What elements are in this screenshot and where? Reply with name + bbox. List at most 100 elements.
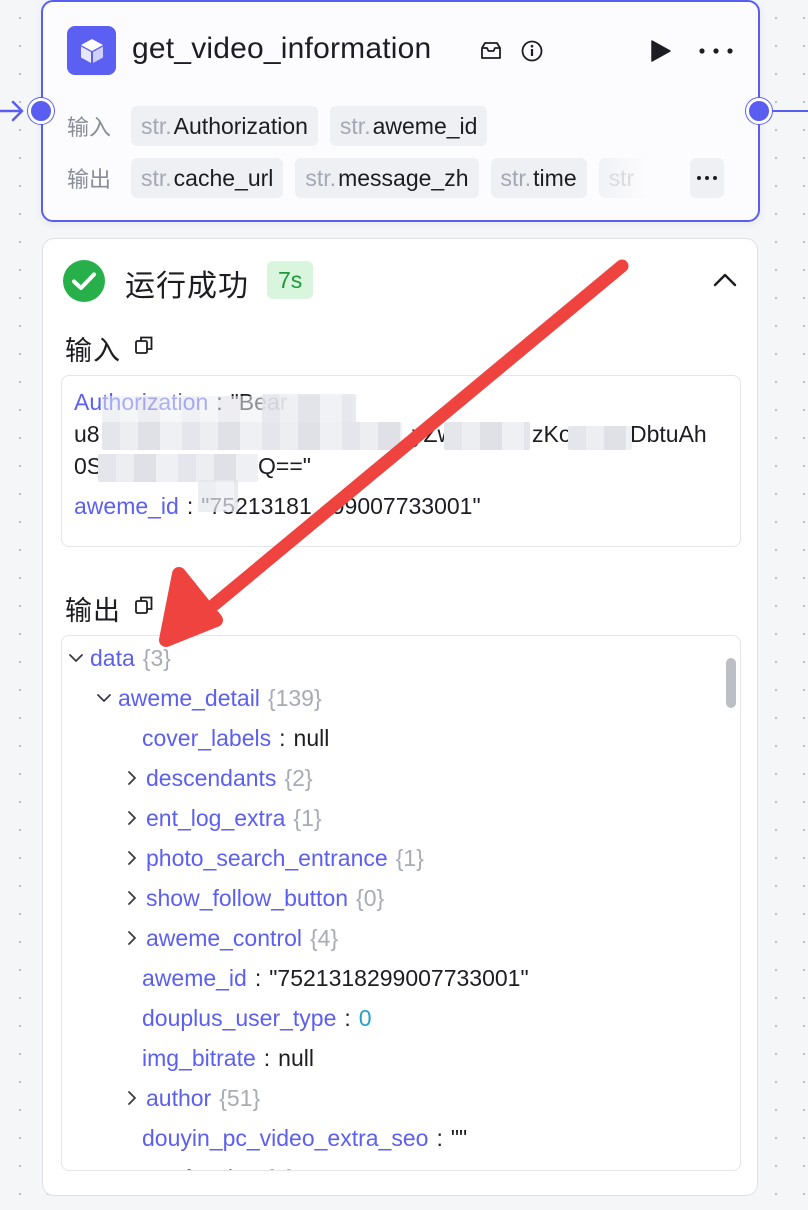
tree-row-author[interactable]: author {51} (124, 1078, 260, 1118)
tree-row-douplus-user-type: douplus_user_type:0 (142, 998, 372, 1038)
tree-key: show_follow_button (146, 884, 349, 911)
tree-key: author (146, 1084, 212, 1111)
redacted-region (198, 480, 238, 512)
check-circle-icon (63, 260, 105, 302)
inputs-label: 输入 (67, 115, 112, 140)
incoming-edge-arrow-icon (0, 100, 24, 122)
tree-value: 0 (358, 1004, 372, 1031)
tree-count: {139} (267, 684, 322, 711)
tree-count: {4} (309, 924, 339, 951)
more-options-icon[interactable] (696, 38, 736, 64)
redacted-region (444, 422, 530, 450)
outputs-label: 输出 (67, 167, 112, 192)
tree-row-photo-search-entrance[interactable]: photo_search_entrance {1} (124, 838, 424, 878)
tree-row-aweme-id: aweme_id: "7521318299007733001" (142, 958, 529, 998)
tree-value: null (293, 724, 330, 751)
chevron-down-icon[interactable] (96, 690, 112, 706)
tree-key: douplus_user_type (142, 1004, 337, 1031)
tree-row-ent-log-extra[interactable]: ent_log_extra {1} (124, 798, 322, 838)
tree-key: aweme_detail (118, 684, 260, 711)
tree-row-cover-labels: cover_labels: null (142, 718, 329, 758)
output-tag-message-zh[interactable]: str. message_zh (295, 158, 479, 198)
chevron-right-icon[interactable] (124, 930, 140, 946)
tree-key: douyin_pc_video_extra_seo (142, 1124, 429, 1151)
outgoing-edge (772, 110, 808, 112)
output-port[interactable] (746, 98, 772, 124)
copy-icon[interactable] (133, 594, 155, 616)
plugin-node-card[interactable]: get_video_information 输入 str. Authorizat… (41, 0, 760, 222)
node-title: get_video_information (132, 32, 432, 65)
tree-count: {1} (293, 804, 322, 831)
outputs-more-button[interactable] (690, 158, 724, 198)
duration-badge: 7s (267, 261, 314, 299)
output-json-tree[interactable]: data {3} aweme_detail {139} cover_labels: nul… (61, 635, 741, 1171)
tree-count: {51} (219, 1084, 261, 1111)
tree-count: {2} (284, 764, 313, 791)
chevron-right-icon[interactable] (124, 770, 140, 786)
input-tag-aweme-id[interactable]: str. aweme_id (329, 106, 488, 146)
chevron-right-icon[interactable] (124, 1090, 140, 1106)
tree-count: {0} (267, 1165, 295, 1171)
chevron-right-icon[interactable] (124, 810, 140, 826)
tree-value: "" (450, 1124, 468, 1151)
tree-key: aweme_control (146, 924, 302, 951)
ellipsis-icon (697, 176, 717, 180)
tree-row-geofencing[interactable]: geofencing {0} (124, 1158, 295, 1171)
cube-icon (67, 26, 116, 75)
tree-separator: : (344, 1004, 351, 1031)
inbox-icon[interactable] (479, 39, 503, 63)
tree-row-img-bitrate: img_bitrate: null (142, 1038, 314, 1078)
output-tag-cache-url[interactable]: str. cache_url (131, 158, 284, 198)
tree-count: {0} (356, 884, 385, 911)
tree-separator: : (263, 1044, 271, 1071)
tree-value: "7521318299007733001" (269, 964, 529, 991)
tree-row-show-follow-button[interactable]: show_follow_button {0} (124, 878, 384, 918)
chevron-up-icon[interactable] (712, 269, 738, 291)
redacted-region (102, 422, 402, 450)
tree-row-aweme-detail[interactable]: aweme_detail {139} (96, 678, 322, 718)
run-result-panel: 运行成功 7s 输入 Authorization:"Bear u8 yZwr z… (42, 238, 758, 1196)
auth-line-2: u8 (74, 421, 100, 447)
output-section-title: 输出 (65, 596, 121, 626)
node-outputs-row: 输出 str. cache_url str. message_zh str. t… (67, 158, 661, 198)
tree-count: {1} (395, 844, 424, 871)
redacted-region (262, 394, 356, 424)
run-status: 运行成功 (125, 270, 249, 303)
play-icon[interactable] (647, 38, 673, 64)
chevron-right-icon[interactable] (124, 850, 140, 866)
chevron-right-icon[interactable] (124, 1170, 140, 1171)
tree-key: photo_search_entrance (146, 844, 388, 871)
tree-row-data[interactable]: data {3} (68, 638, 171, 678)
output-tag-truncated[interactable]: str (598, 158, 649, 198)
tree-key: aweme_id (142, 964, 247, 991)
input-values-box: Authorization:"Bear u8 yZwr zKo DbtuAh 0… (61, 375, 741, 547)
tree-key: descendants (146, 764, 277, 791)
input-tag-authorization[interactable]: str. Authorization (131, 106, 318, 146)
chevron-right-icon[interactable] (124, 890, 140, 906)
auth-line-3-suffix: Q==" (258, 453, 311, 479)
copy-icon[interactable] (133, 334, 155, 356)
auth-line-2-fragment-b: zKo (532, 421, 572, 447)
tree-separator: : (436, 1124, 443, 1151)
tree-key: geofencing (146, 1165, 259, 1171)
tree-separator: : (254, 964, 262, 991)
tree-row-aweme-control[interactable]: aweme_control {4} (124, 918, 338, 958)
info-icon[interactable] (520, 39, 544, 63)
redacted-region (98, 454, 258, 482)
auth-line-2-suffix: DbtuAh (630, 421, 707, 447)
input-port[interactable] (28, 98, 54, 124)
chevron-down-icon[interactable] (68, 650, 84, 666)
tree-key: img_bitrate (142, 1044, 256, 1071)
tree-value: null (278, 1044, 314, 1071)
scrollbar-thumb[interactable] (726, 658, 736, 708)
tree-separator: : (279, 724, 286, 751)
input-section-title: 输入 (65, 336, 121, 366)
tree-row-descendants[interactable]: descendants {2} (124, 758, 313, 798)
node-inputs-row: 输入 str. Authorization str. aweme_id (67, 106, 499, 146)
tree-key: cover_labels (142, 724, 272, 751)
tree-row-douyin-pc-video-extra-seo: douyin_pc_video_extra_seo: "" (142, 1118, 467, 1158)
tree-key: data (90, 644, 135, 671)
tree-count: {3} (142, 644, 171, 671)
output-tag-time[interactable]: str. time (490, 158, 587, 198)
aweme-id-line: aweme_id: "75213181 99007733001" (74, 493, 481, 519)
